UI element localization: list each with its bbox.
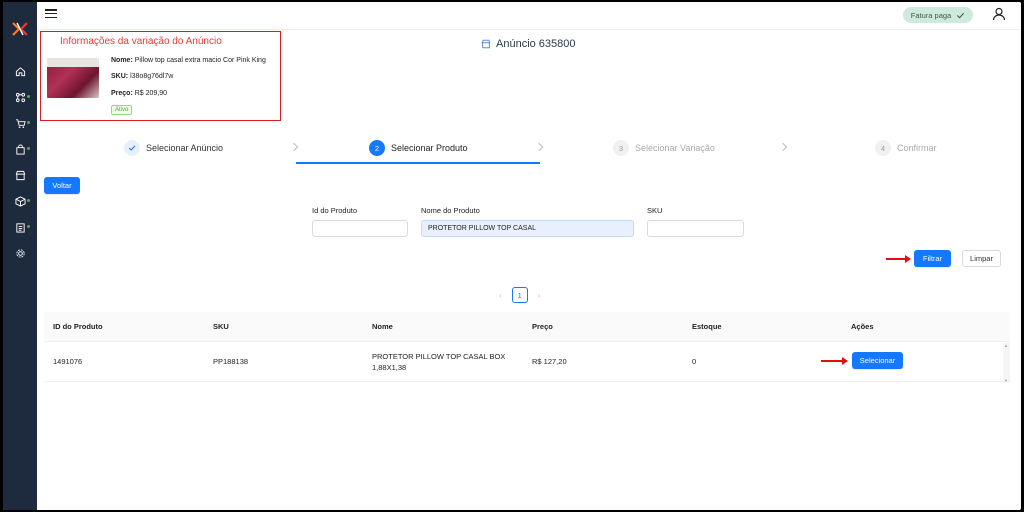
variation-info-title: Informações da variação do Anúncio: [60, 36, 222, 47]
step-number: 3: [613, 140, 629, 156]
cell-nome-line2: 1,88X1,38: [372, 363, 407, 372]
step-label: Confirmar: [897, 143, 937, 153]
chevron-right-icon: [534, 142, 544, 152]
step-number: 4: [875, 140, 891, 156]
box-icon: [14, 195, 26, 207]
annotation-arrow: [886, 255, 911, 263]
product-id-label: Id do Produto: [312, 206, 358, 215]
user-icon[interactable]: [992, 7, 1006, 21]
info-name-line: Nome: Pillow top casal extra macio Cor P…: [111, 57, 266, 64]
step-number: 2: [369, 140, 385, 156]
next-page-icon[interactable]: ›: [538, 291, 541, 300]
home-icon: [15, 66, 25, 76]
active-step-indicator: [296, 162, 540, 164]
sidebar-item-cart[interactable]: [12, 116, 28, 130]
sidebar-item-products[interactable]: [12, 194, 28, 208]
step-label: Selecionar Variação: [635, 143, 715, 153]
cart-icon: [15, 118, 26, 128]
store-icon: [15, 170, 25, 180]
info-price-value: R$ 209,90: [134, 90, 168, 97]
page-title-text: Anúncio 635800: [496, 38, 576, 50]
column-header-preco: Preço: [532, 322, 553, 331]
products-table: ID do Produto SKU Nome Preço Estoque Açõ…: [44, 312, 1010, 382]
product-thumbnail: [47, 58, 99, 98]
sku-label: SKU: [647, 206, 663, 215]
prev-page-icon[interactable]: ‹: [499, 291, 502, 300]
info-name-value: Pillow top casal extra macio Cor Pink Ki…: [134, 57, 266, 64]
column-header-sku: SKU: [213, 322, 229, 331]
chevron-right-icon: [778, 142, 788, 152]
column-header-id: ID do Produto: [53, 322, 103, 331]
sku-input[interactable]: [647, 220, 744, 237]
cell-estoque: 0: [692, 357, 697, 366]
product-name-label: Nome do Produto: [421, 206, 480, 215]
pagination: ‹ 1 ›: [499, 287, 540, 303]
info-name-label: Nome:: [111, 57, 133, 64]
step-confirmar[interactable]: 4 Confirmar: [875, 140, 937, 156]
step-selecionar-variacao[interactable]: 3 Selecionar Variação: [613, 140, 715, 156]
step-selecionar-produto[interactable]: 2 Selecionar Produto: [369, 140, 468, 156]
info-sku-line: SKU: l38o8g76dl7w: [111, 73, 173, 80]
page-number-current[interactable]: 1: [511, 287, 528, 303]
step-label: Selecionar Produto: [391, 143, 468, 153]
back-button[interactable]: Voltar: [44, 177, 80, 194]
clear-button[interactable]: Limpar: [962, 250, 1001, 267]
cell-preco: R$ 127,20: [532, 357, 567, 366]
clipboard-icon: [15, 222, 25, 233]
info-price-label: Preço:: [111, 90, 133, 97]
shopping-bag-icon: [15, 143, 25, 155]
column-header-acoes: Ações: [851, 322, 874, 331]
info-sku-value: l38o8g76dl7w: [130, 73, 174, 80]
sidebar-item-store[interactable]: [12, 168, 28, 182]
cell-nome: PROTETOR PILLOW TOP CASAL BOX 1,88X1,38: [372, 351, 505, 373]
annotation-arrow: [821, 357, 848, 365]
sidebar-item-settings[interactable]: [12, 246, 28, 260]
invoice-status-badge[interactable]: Fatura paga: [903, 7, 973, 23]
step-label: Selecionar Anúncio: [146, 143, 224, 153]
cell-sku: PP188138: [213, 357, 249, 366]
table-header: ID do Produto SKU Nome Preço Estoque Açõ…: [44, 312, 1010, 342]
column-header-nome: Nome: [372, 322, 393, 331]
sidebar-item-bag[interactable]: [12, 142, 28, 156]
info-sku-label: SKU:: [111, 73, 129, 80]
cell-nome-line1: PROTETOR PILLOW TOP CASAL BOX: [372, 352, 506, 361]
app-window: Fatura paga Informações da variação do A…: [3, 2, 1021, 510]
sidebar-item-home[interactable]: [12, 64, 28, 78]
table-scrollbar[interactable]: [1003, 343, 1010, 383]
check-icon: [957, 12, 965, 19]
page-title: Anúncio 635800: [481, 38, 576, 50]
sidebar-item-reports[interactable]: [12, 220, 28, 234]
sidebar-item-integrations[interactable]: [12, 90, 28, 104]
store-icon: [481, 39, 491, 49]
product-name-input[interactable]: PROTETOR PILLOW TOP CASAL: [421, 220, 634, 237]
wizard-steps: Selecionar Anúncio 2 Selecionar Produto …: [37, 136, 1021, 166]
sidebar: [3, 2, 37, 510]
product-id-input[interactable]: [312, 220, 408, 237]
top-bar: Fatura paga: [37, 2, 1021, 30]
status-badge: Ativo: [111, 105, 133, 115]
select-product-button[interactable]: Selecionar: [852, 352, 903, 369]
info-price-line: Preço: R$ 209,90: [111, 90, 167, 97]
cell-id: 1491076: [53, 357, 83, 366]
chevron-right-icon: [289, 142, 299, 152]
step-selecionar-anuncio[interactable]: Selecionar Anúncio: [124, 140, 223, 156]
app-logo: [12, 22, 28, 36]
invoice-status-label: Fatura paga: [910, 10, 952, 20]
variation-info-panel: Informações da variação do Anúncio Nome:…: [40, 31, 281, 121]
step-done-icon: [124, 140, 140, 156]
gear-icon: [15, 248, 25, 258]
column-header-estoque: Estoque: [692, 322, 722, 331]
filter-button[interactable]: Filtrar: [914, 250, 951, 267]
network-icon: [15, 92, 25, 102]
menu-icon[interactable]: [45, 9, 57, 21]
